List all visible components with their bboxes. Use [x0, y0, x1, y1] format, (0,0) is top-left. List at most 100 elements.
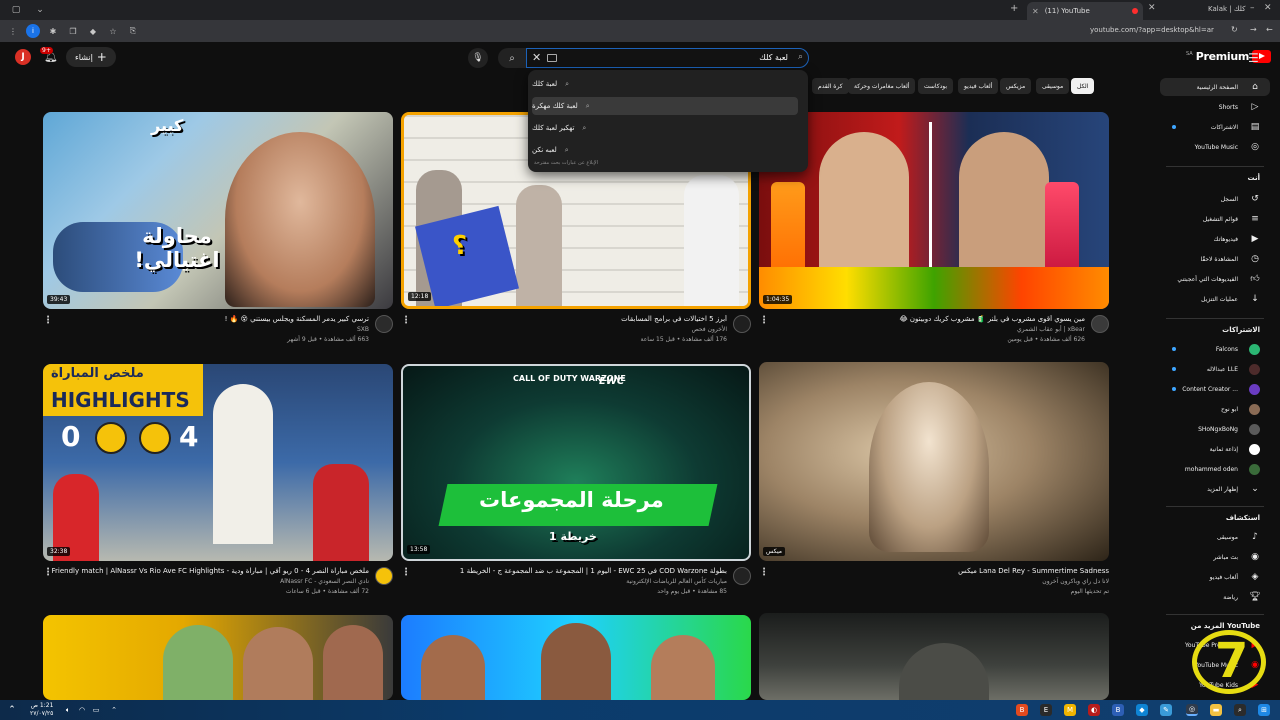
- sidebar-item-live[interactable]: بث مباشر ◉: [1160, 548, 1270, 566]
- sidebar-item-sports[interactable]: رياضة 🏆︎: [1160, 588, 1270, 606]
- tab-search-icon[interactable]: ⌄: [32, 2, 48, 18]
- video-thumbnail[interactable]: كبير محاولة اغتيالي! 39:43: [43, 112, 393, 309]
- keyboard-icon[interactable]: [547, 54, 557, 62]
- window-menu-icon[interactable]: ▢: [8, 2, 24, 18]
- extension-icon[interactable]: ◆: [86, 24, 100, 38]
- minimize-icon[interactable]: –: [1250, 3, 1255, 13]
- close-window-icon[interactable]: ✕: [1264, 3, 1272, 13]
- video-thumbnail[interactable]: ملخص المباراة HIGHLIGHTS 0 4 32:38: [43, 364, 393, 561]
- more-options-icon[interactable]: ⋮: [759, 567, 769, 578]
- channel-name[interactable]: xBear | أبو عقاب الشمري: [1017, 326, 1085, 333]
- video-title[interactable]: ملخص مباراة النصر 4 - 0 ريو آفي | مباراة…: [52, 567, 369, 575]
- taskbar-clock[interactable]: 1:21 ص ٢٧/٠٧/٢٥: [30, 702, 53, 718]
- close-tab-icon[interactable]: ✕: [1148, 3, 1156, 13]
- suggestion-item[interactable]: ⌕ لعبة كلك مهكرة: [532, 97, 798, 115]
- tab-youtube[interactable]: ✕ (11) YouTube: [1027, 2, 1143, 20]
- chip[interactable]: بودكاست: [918, 78, 954, 94]
- channel-name[interactable]: SXB: [357, 326, 369, 333]
- more-options-icon[interactable]: ⋮: [43, 315, 53, 326]
- sidebar-item-watch-later[interactable]: المشاهدة لاحقًا ◷: [1160, 250, 1270, 268]
- channel-avatar[interactable]: [375, 567, 393, 585]
- split-screen-icon[interactable]: ❐: [66, 24, 80, 38]
- windows-start-icon[interactable]: ⊞: [1258, 704, 1270, 716]
- sidebar-item-home[interactable]: الصفحة الرئيسية ⌂: [1160, 78, 1270, 96]
- url-text[interactable]: youtube.com/?app=desktop&hl=ar: [1090, 26, 1214, 34]
- create-button[interactable]: إنشاء +: [66, 47, 116, 67]
- channel-name[interactable]: لانا دل راي وباكرون آخرون: [1042, 578, 1109, 585]
- subscription-item[interactable]: Content Creator ...: [1160, 380, 1270, 398]
- new-tab-button[interactable]: +: [1010, 3, 1018, 14]
- channel-name[interactable]: مباريات كأس العالم للرياضات الإلكترونية: [626, 578, 727, 585]
- video-thumbnail[interactable]: ميكس: [759, 362, 1109, 561]
- sidebar-item-playlists[interactable]: قوائم التشغيل ≡: [1160, 210, 1270, 228]
- search-button[interactable]: ⌕: [498, 48, 526, 68]
- app-icon[interactable]: E: [1040, 704, 1052, 716]
- channel-name[interactable]: نادي النصر السعودي - AlNassr FC: [280, 578, 369, 585]
- subscription-item[interactable]: عبدالاله LLE: [1160, 360, 1270, 378]
- close-tab-icon[interactable]: ✕: [1032, 7, 1039, 16]
- hamburger-menu-icon[interactable]: ☰: [1248, 51, 1259, 65]
- video-title[interactable]: Lana Del Rey - Summertime Sadness ميكس: [958, 567, 1109, 575]
- subscription-item[interactable]: Falcons: [1160, 340, 1270, 358]
- channel-avatar[interactable]: [1091, 315, 1109, 333]
- show-more-button[interactable]: إظهار المزيد ⌄: [1160, 480, 1270, 498]
- video-title[interactable]: ترسي كبير يدمر المسكنة ويجلس بيستني 😵 🔥 …: [225, 315, 369, 323]
- app-icon[interactable]: B: [1112, 704, 1124, 716]
- subscription-item[interactable]: إذاعة ثمانية: [1160, 440, 1270, 458]
- sidebar-item-subscriptions[interactable]: الاشتراكات ▤: [1160, 118, 1270, 136]
- speaker-icon[interactable]: 🔈︎: [62, 704, 74, 716]
- chip[interactable]: ألعاب فيديو: [958, 78, 999, 94]
- chip[interactable]: موسيقى: [1036, 78, 1070, 94]
- video-title[interactable]: بطولة COD Warzone في EWC 25 - اليوم 1 | …: [460, 567, 727, 575]
- back-icon[interactable]: ←: [1266, 25, 1273, 34]
- section-heading-you[interactable]: أنت: [1248, 174, 1260, 182]
- video-title[interactable]: أبرز 5 اختيالات في برامج المسابقات: [621, 315, 727, 323]
- chip[interactable]: مزيكس: [1000, 78, 1032, 94]
- chip[interactable]: كرة القدم: [812, 78, 849, 94]
- chevron-up-icon[interactable]: ⌃: [6, 704, 18, 716]
- subscription-item[interactable]: mohammed oden: [1160, 460, 1270, 478]
- channel-name[interactable]: الأخرون فحص: [692, 326, 727, 333]
- chip-all[interactable]: الكل: [1071, 78, 1095, 94]
- search-icon[interactable]: ⌕: [1234, 704, 1246, 716]
- sidebar-item-gaming[interactable]: ألعاب فيديو ◈: [1160, 568, 1270, 586]
- channel-avatar[interactable]: [733, 567, 751, 585]
- channel-avatar[interactable]: [375, 315, 393, 333]
- puzzle-icon[interactable]: ✱: [46, 24, 60, 38]
- profile-name[interactable]: Kalak | كلك: [1208, 5, 1245, 13]
- more-options-icon[interactable]: ⋮: [401, 567, 411, 578]
- search-input[interactable]: ✕ لعبة كلك ⌕: [526, 48, 809, 68]
- app-icon[interactable]: ◐: [1088, 704, 1100, 716]
- wifi-icon[interactable]: ◠: [76, 704, 88, 716]
- app-icon[interactable]: M: [1064, 704, 1076, 716]
- forward-icon[interactable]: →: [1250, 25, 1257, 34]
- bookmark-star-icon[interactable]: ☆: [106, 24, 120, 38]
- battery-icon[interactable]: ▭: [90, 704, 102, 716]
- more-options-icon[interactable]: ⋮: [759, 315, 769, 326]
- app-icon[interactable]: ◆: [1136, 704, 1148, 716]
- video-title[interactable]: مين يسوي أقوى مشروب في بلنر 🧃 مشروب كريك…: [899, 315, 1085, 323]
- more-options-icon[interactable]: ⋮: [401, 315, 411, 326]
- chip[interactable]: ألعاب مغامرات وحركة: [848, 78, 916, 94]
- report-suggestions-link[interactable]: الإبلاغ عن عبارات بحث مقترحة: [534, 160, 598, 166]
- video-thumbnail[interactable]: [401, 615, 751, 700]
- sidebar-item-liked[interactable]: الفيديوهات التي أعجبتني 👍︎: [1160, 270, 1270, 288]
- sidebar-item-history[interactable]: السجل ↺: [1160, 190, 1270, 208]
- reload-icon[interactable]: ↻: [1231, 25, 1238, 34]
- video-thumbnail[interactable]: 1:04:35: [759, 112, 1109, 309]
- sidebar-item-music-explore[interactable]: موسيقى ♪: [1160, 528, 1270, 546]
- screenshot-icon[interactable]: ⎘: [126, 24, 140, 38]
- suggestion-item[interactable]: ⌕ لعبه نكن: [532, 141, 798, 159]
- app-icon[interactable]: ✎: [1160, 704, 1172, 716]
- video-thumbnail[interactable]: CALL OF DUTY WARZONE EWC مرحلة المجموعات…: [401, 364, 751, 561]
- video-thumbnail[interactable]: [43, 615, 393, 700]
- file-explorer-icon[interactable]: ▬: [1210, 704, 1222, 716]
- sidebar-item-shorts[interactable]: Shorts ▷: [1160, 98, 1270, 116]
- sidebar-item-downloads[interactable]: عمليات التنزيل ↓: [1160, 290, 1270, 308]
- suggestion-item[interactable]: ⌕ تهكير لعبة كلك: [532, 119, 798, 137]
- video-thumbnail[interactable]: [759, 613, 1109, 700]
- clear-search-icon[interactable]: ✕: [532, 51, 541, 64]
- menu-dots-icon[interactable]: ⋮: [6, 24, 20, 38]
- voice-search-icon[interactable]: 🎙︎: [468, 48, 488, 68]
- chrome-icon[interactable]: ◎: [1186, 704, 1198, 716]
